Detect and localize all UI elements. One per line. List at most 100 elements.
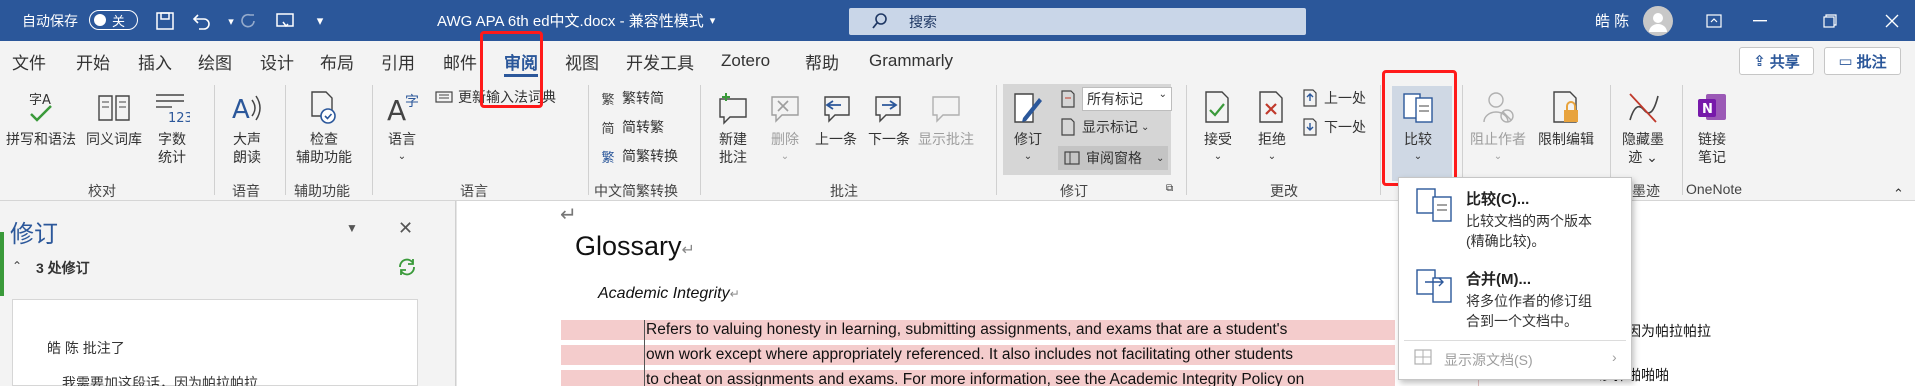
close-pane-icon[interactable]: ✕ xyxy=(398,218,413,239)
show-markup-button[interactable]: 显示标记 ⌄ xyxy=(1058,117,1149,137)
autosave-label: 自动保存 xyxy=(22,12,78,29)
dialog-launcher-icon[interactable]: ⧉ xyxy=(1166,183,1173,194)
restrict-editing-button[interactable]: 限制编辑 xyxy=(1538,88,1594,148)
title-bar: 自动保存 关 ▾ ▾ AWG APA 6th ed中文.docx - 兼容性模式… xyxy=(0,0,1915,41)
tab-file[interactable]: 文件 xyxy=(12,41,46,81)
refresh-icon[interactable] xyxy=(396,256,418,278)
undo-icon[interactable] xyxy=(190,10,212,32)
collapse-ribbon-icon[interactable]: ⌃ xyxy=(1893,186,1904,202)
autosave-toggle[interactable]: 关 xyxy=(89,10,138,30)
svg-text:A: A xyxy=(232,95,250,125)
new-comment-button[interactable]: 新建 批注 xyxy=(715,88,751,166)
delete-comment-icon xyxy=(767,88,803,128)
next-change-button[interactable]: 下一处 xyxy=(1300,117,1366,137)
group-label-accessibility: 辅助功能 xyxy=(294,183,350,199)
block-authors-button[interactable]: 阻止作者 ⌄ xyxy=(1470,88,1526,166)
spelling-label: 拼写和语法 xyxy=(6,131,76,147)
revisions-count: 3 处修订 xyxy=(36,260,90,276)
tab-grammarly[interactable]: Grammarly xyxy=(869,41,953,81)
tab-view[interactable]: 视图 xyxy=(565,41,599,81)
share-button[interactable]: ⇪ 共享 xyxy=(1739,47,1814,75)
show-markup-label: 显示标记 xyxy=(1082,119,1138,135)
pane-options-icon[interactable]: ▼ xyxy=(346,221,358,235)
thesaurus-button[interactable]: 同义词库 xyxy=(86,88,142,148)
tab-insert[interactable]: 插入 xyxy=(138,41,172,81)
show-source-icon xyxy=(1414,349,1432,365)
search-icon xyxy=(871,12,889,33)
tab-layout[interactable]: 布局 xyxy=(320,41,354,81)
user-name[interactable]: 皓 陈 xyxy=(1595,0,1629,41)
block-authors-icon xyxy=(1480,88,1516,128)
chinese-conversion-button[interactable]: 繁 简繁转换 xyxy=(598,146,678,166)
hide-ink-button[interactable]: 隐藏墨 迹 ⌄ xyxy=(1622,88,1664,166)
tab-zotero[interactable]: Zotero xyxy=(721,41,770,81)
spelling-grammar-button[interactable]: 字A 拼写和语法 xyxy=(6,88,76,148)
linked-notes-button[interactable]: N 链接 笔记 xyxy=(1694,88,1730,166)
document-title[interactable]: AWG APA 6th ed中文.docx - 兼容性模式 ▾ xyxy=(437,0,715,41)
word-count-button[interactable]: 123 字数 统计 xyxy=(154,88,190,166)
next-comment-button[interactable]: 下一条 xyxy=(868,88,910,148)
track-changes-button[interactable]: 修订 ⌄ xyxy=(1010,88,1046,166)
tab-help[interactable]: 帮助 xyxy=(805,41,839,81)
svg-text:A: A xyxy=(387,94,406,126)
markup-dropdown[interactable]: 所有标记 ⌄ xyxy=(1082,87,1172,111)
tab-draw[interactable]: 绘图 xyxy=(198,41,232,81)
show-source-menu-item[interactable]: 显示源文档(S) xyxy=(1444,350,1533,370)
previous-label: 上一条 xyxy=(815,131,857,147)
redo-icon[interactable] xyxy=(238,10,260,32)
heading-text: Glossary xyxy=(575,231,682,261)
tab-mailings[interactable]: 邮件 xyxy=(443,41,477,81)
markup-view-select[interactable]: 所有标记 ⌄ xyxy=(1058,87,1172,111)
reject-label: 拒绝 xyxy=(1258,131,1286,147)
check-accessibility-button[interactable]: 检查 辅助功能 xyxy=(296,88,352,166)
restore-icon[interactable] xyxy=(1807,0,1853,41)
save-icon[interactable] xyxy=(154,10,176,32)
chevron-down-icon: ⌄ xyxy=(780,151,790,162)
language-button[interactable]: A字 语言 ⌄ xyxy=(384,88,420,166)
read-aloud-button[interactable]: A 大声 朗读 xyxy=(229,88,265,166)
touch-mode-icon[interactable] xyxy=(274,10,296,32)
close-icon[interactable] xyxy=(1869,0,1915,41)
accept-label: 接受 xyxy=(1204,131,1232,147)
compare-menu-item[interactable]: 比较(C)... xyxy=(1466,188,1529,209)
combine-menu-desc: 将多位作者的修订组 xyxy=(1466,293,1592,309)
customize-toolbar-icon[interactable]: ▾ xyxy=(309,10,331,32)
combine-menu-item[interactable]: 合并(M)... xyxy=(1466,268,1531,289)
tab-design[interactable]: 设计 xyxy=(260,41,294,81)
accept-button[interactable]: 接受 ⌄ xyxy=(1200,88,1236,166)
chevron-down-icon: ⌄ xyxy=(1141,121,1150,133)
simplified-to-traditional-button[interactable]: 简 简转繁 xyxy=(598,117,664,137)
paragraph-mark-icon: ↵ xyxy=(681,242,695,259)
tab-home[interactable]: 开始 xyxy=(76,41,110,81)
tab-references[interactable]: 引用 xyxy=(381,41,415,81)
reject-button[interactable]: 拒绝 ⌄ xyxy=(1254,88,1290,166)
previous-change-button[interactable]: 上一处 xyxy=(1300,88,1366,108)
ribbon-display-icon[interactable] xyxy=(1691,0,1737,41)
minimize-icon[interactable] xyxy=(1737,0,1783,41)
svg-text:字A: 字A xyxy=(29,93,51,108)
menu-separator xyxy=(1404,340,1626,341)
traditional-to-simplified-button[interactable]: 繁 繁转简 xyxy=(598,88,664,108)
reviewing-pane-button[interactable]: 审阅窗格 ⌄ xyxy=(1058,146,1169,170)
show-markup-icon xyxy=(1058,117,1078,137)
search-box[interactable]: 搜索 xyxy=(849,8,1306,35)
chevron-down-icon: ⌄ xyxy=(1213,151,1223,162)
highlight-review-tab xyxy=(480,31,543,108)
avatar[interactable] xyxy=(1643,6,1673,36)
previous-comment-button[interactable]: 上一条 xyxy=(815,88,857,148)
collapse-revisions-icon[interactable]: ⌃ xyxy=(12,259,22,273)
combine-menu-desc: 合到一个文档中。 xyxy=(1466,313,1578,329)
chevron-down-icon: ⌄ xyxy=(1156,152,1165,164)
group-label-tracking: 修订 xyxy=(1060,183,1088,199)
divider xyxy=(214,85,215,195)
show-comments-button[interactable]: 显示批注 xyxy=(918,88,974,148)
spelling-check-icon: 字A xyxy=(23,88,59,128)
divider xyxy=(996,85,997,195)
wordcount-label-2: 统计 xyxy=(158,149,186,165)
delete-comment-button[interactable]: 删除 ⌄ xyxy=(767,88,803,166)
highlight-compare-button xyxy=(1382,70,1457,186)
read-aloud-label-1: 大声 xyxy=(233,131,261,147)
pane-accent-bar xyxy=(0,232,4,296)
tab-developer[interactable]: 开发工具 xyxy=(626,41,694,81)
comments-button[interactable]: ▭ 批注 xyxy=(1824,47,1901,75)
